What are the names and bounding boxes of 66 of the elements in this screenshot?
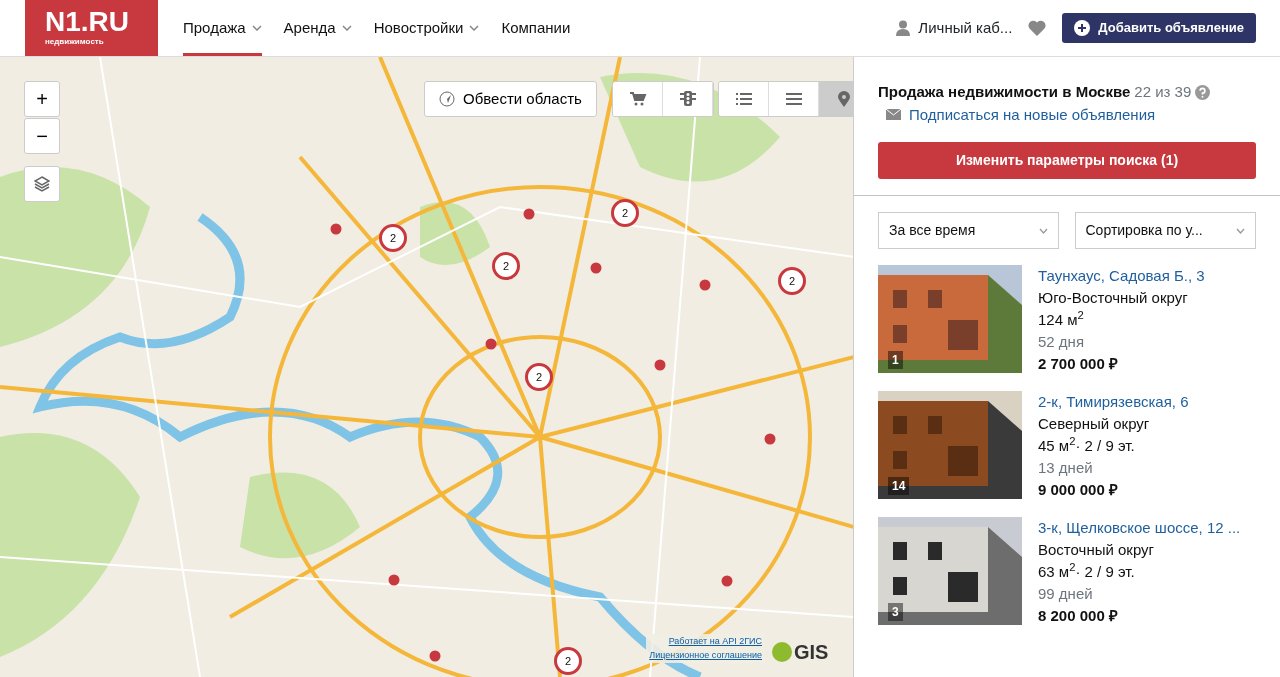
logo-mark-icon: [772, 642, 792, 662]
listing-price: 8 200 000 ₽: [1038, 606, 1119, 626]
cart-icon: [628, 90, 647, 108]
filter-dropdown[interactable]: Сортировка по у...: [1074, 212, 1256, 249]
change-search-button[interactable]: Изменить параметры поиска (1): [878, 142, 1256, 179]
list-toggle[interactable]: [719, 82, 769, 116]
attribution-link[interactable]: Работает на API 2ГИС: [649, 635, 762, 649]
photo-count: 14: [888, 477, 910, 495]
logo-title: N1.RU: [45, 8, 130, 36]
user-icon: [896, 20, 911, 36]
cart-toggle[interactable]: [613, 82, 663, 116]
zoom-in-button[interactable]: +: [24, 81, 60, 117]
menu-icon: [784, 90, 803, 108]
add-listing-button[interactable]: Добавить объявление: [1062, 13, 1256, 43]
results-title: Продажа недвижимости в Москве: [878, 82, 1131, 102]
results-count: 22 из 39: [1134, 82, 1192, 102]
map-marker[interactable]: [721, 575, 733, 587]
layers-icon: [34, 176, 50, 192]
traffic-light-icon: [678, 90, 697, 108]
listing-details: 124 м$^{2}$: [1038, 309, 1085, 330]
map-marker[interactable]: [523, 208, 535, 220]
help-icon[interactable]: [1195, 84, 1211, 100]
listing-age: 13 дней: [1038, 458, 1094, 478]
attribution-link[interactable]: Лицензионное соглашение: [649, 648, 762, 662]
menu-toggle[interactable]: [769, 82, 819, 116]
zoom-out-button[interactable]: −: [24, 118, 60, 154]
map-marker[interactable]: [388, 574, 400, 586]
pointer-icon: [439, 91, 455, 107]
provider-logo: GIS: [772, 637, 829, 667]
map-marker[interactable]: [699, 279, 711, 291]
listing-district: Юго-Восточный округ: [1038, 288, 1189, 308]
listing-district: Северный округ: [1038, 414, 1151, 434]
traffic-light-toggle[interactable]: [663, 82, 713, 116]
listing-price: 2 700 000 ₽: [1038, 354, 1119, 374]
listing-details: 63 м$^{2}$· 2 / 9 эт.: [1038, 561, 1136, 582]
listing-title[interactable]: Таунхаус, Садовая Б., 3: [1038, 265, 1205, 287]
map-marker[interactable]: [590, 262, 602, 274]
filter-dropdown[interactable]: За все время: [878, 212, 1059, 249]
map-marker[interactable]: [764, 433, 776, 445]
map-marker[interactable]: [330, 223, 342, 235]
listing-details: 45 м$^{2}$· 2 / 9 эт.: [1038, 435, 1136, 456]
map-marker[interactable]: [429, 650, 441, 662]
photo-count: 1: [888, 351, 903, 369]
plus-icon: [1074, 20, 1091, 36]
nav-tab[interactable]: Аренда: [283, 0, 352, 56]
chevron-down-icon: [1236, 227, 1245, 234]
listing-age: 99 дней: [1038, 584, 1094, 604]
nav-tab[interactable]: Компании: [501, 0, 571, 56]
envelope-icon: [886, 109, 901, 121]
photo-count: 3: [888, 603, 903, 621]
logo-subtitle: недвижимость: [45, 36, 105, 48]
nav-tab[interactable]: Новостройки: [373, 0, 480, 56]
account-link[interactable]: Личный каб...: [918, 16, 1013, 40]
listing-district: Восточный округ: [1038, 540, 1156, 560]
map-marker[interactable]: [485, 338, 497, 350]
layers-button[interactable]: [24, 166, 60, 202]
list-icon: [734, 90, 753, 108]
listing-price: 9 000 000 ₽: [1038, 480, 1119, 500]
draw-area-button[interactable]: Обвести область: [424, 81, 597, 117]
chevron-down-icon: [1038, 227, 1048, 234]
listing-title[interactable]: 2-к, Тимирязевская, 6: [1038, 391, 1189, 413]
listing-age: 52 дня: [1038, 332, 1085, 352]
heart-icon[interactable]: [1028, 20, 1047, 36]
listing-title[interactable]: 3-к, Щелковское шоссе, 12 ...: [1038, 517, 1241, 539]
subscribe-link[interactable]: Подписаться на новые объявления: [909, 103, 1156, 126]
map-marker[interactable]: [654, 359, 666, 371]
